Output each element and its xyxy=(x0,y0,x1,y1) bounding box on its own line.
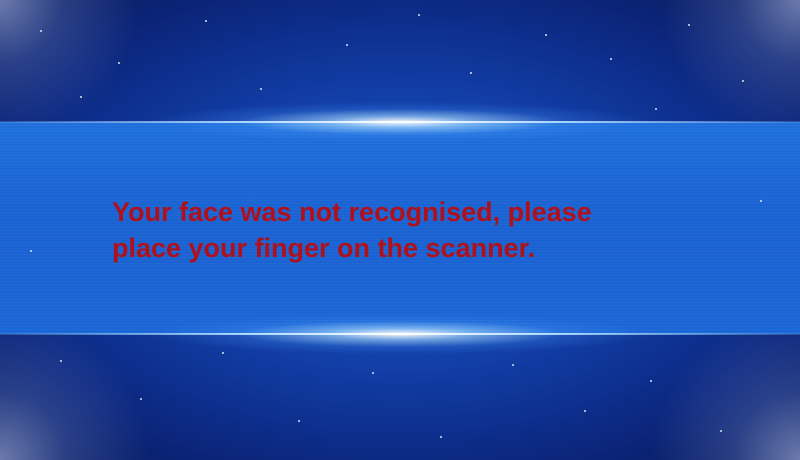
star xyxy=(610,58,612,60)
star xyxy=(688,24,690,26)
star xyxy=(760,200,762,202)
star xyxy=(60,360,62,362)
star xyxy=(30,250,32,252)
star xyxy=(298,420,300,422)
star xyxy=(720,430,722,432)
star xyxy=(584,410,586,412)
star xyxy=(260,88,262,90)
star xyxy=(470,72,472,74)
star xyxy=(140,398,142,400)
star xyxy=(222,352,224,354)
star xyxy=(346,44,348,46)
star xyxy=(655,108,657,110)
star xyxy=(418,14,420,16)
star xyxy=(545,34,547,36)
star xyxy=(80,96,82,98)
star xyxy=(512,364,514,366)
face-not-recognised-message: Your face was not recognised, please pla… xyxy=(112,197,592,263)
top-glow-line xyxy=(0,121,800,123)
star xyxy=(372,372,374,374)
star xyxy=(205,20,207,22)
background-screen: Your face was not recognised, please pla… xyxy=(0,0,800,460)
star xyxy=(440,436,442,438)
star xyxy=(650,380,652,382)
star xyxy=(742,80,744,82)
star xyxy=(40,30,42,32)
bottom-glow-line xyxy=(0,333,800,335)
star xyxy=(118,62,120,64)
